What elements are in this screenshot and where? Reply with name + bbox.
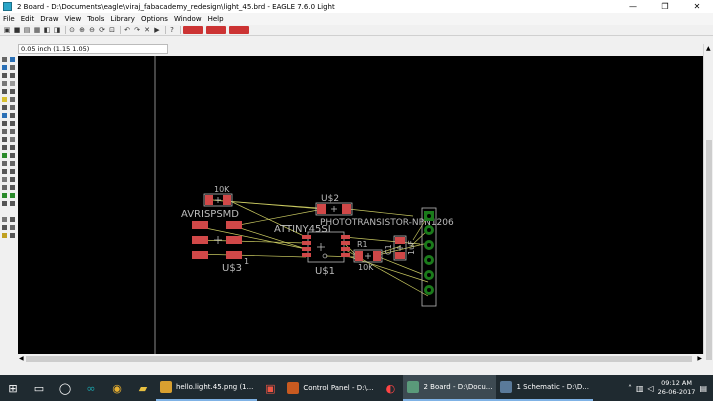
notifications-icon[interactable]: ▤ — [699, 384, 707, 393]
zoom-out-icon[interactable]: ⊖ — [88, 26, 96, 34]
r1-value-label: 10K — [358, 263, 374, 272]
eagle-board-icon — [407, 381, 420, 393]
avrisp-header — [192, 221, 242, 259]
print-icon[interactable]: ▤ — [23, 26, 31, 34]
attiny-chip — [302, 231, 350, 263]
zoom-select-icon[interactable]: ⊡ — [108, 26, 116, 34]
taskbar-item-control-panel[interactable]: Control Panel - D:\... — [283, 375, 377, 401]
open-icon[interactable]: ▣ — [3, 26, 11, 34]
r1-label: R1 — [357, 240, 368, 249]
cam-icon[interactable]: ▦ — [33, 26, 41, 34]
control-panel-icon — [287, 382, 300, 394]
menu-library[interactable]: Library — [107, 15, 137, 23]
r-top-value-label: 10K — [214, 185, 230, 194]
taskbar-item-label: Control Panel - D:\... — [303, 384, 374, 392]
menu-draw[interactable]: Draw — [37, 15, 61, 23]
minimize-button[interactable]: — — [617, 0, 649, 13]
switch-schematic-icon[interactable]: ◧ — [43, 26, 51, 34]
title-bar: 2 Board - D:\Documents\eagle\viraj_fabac… — [0, 0, 713, 13]
redo-icon[interactable]: ↷ — [133, 26, 141, 34]
tool-palette — [0, 56, 18, 356]
menu-tools[interactable]: Tools — [84, 15, 107, 23]
horizontal-scroll-thumb[interactable] — [26, 356, 692, 362]
toolbar-separator — [120, 26, 121, 34]
menu-file[interactable]: File — [0, 15, 18, 23]
board-canvas[interactable]: 10K U$2 PHOTOTRANSISTOR-NPN1206 AVRISPSM… — [18, 56, 703, 354]
c1-value-label: 1uF — [407, 240, 416, 255]
u3-pin-label: 1 — [244, 257, 249, 266]
resistor-top — [203, 193, 233, 207]
close-button[interactable]: ✕ — [681, 0, 713, 13]
resistor-r1 — [353, 249, 383, 263]
phototransistor-part — [315, 202, 353, 216]
status-bar — [0, 364, 713, 374]
clock-time: 09:12 AM — [661, 379, 692, 387]
autorouter-icon[interactable] — [183, 26, 203, 34]
search-cortana-icon[interactable]: ◯ — [52, 375, 78, 401]
avrisp-label: AVRISPSMD — [181, 209, 239, 220]
save-icon[interactable]: ■ — [13, 26, 21, 34]
help-icon[interactable]: ? — [168, 26, 176, 34]
scroll-up-icon[interactable]: ▲ — [706, 45, 711, 52]
file-explorer-icon[interactable]: ▰ — [130, 375, 156, 401]
window-title: 2 Board - D:\Documents\eagle\viraj_fabac… — [17, 2, 335, 11]
go-icon[interactable]: ▶ — [153, 26, 161, 34]
menu-view[interactable]: View — [62, 15, 85, 23]
chevron-up-icon[interactable]: ˄ — [628, 384, 632, 393]
task-view-icon[interactable]: ▭ — [26, 375, 52, 401]
toolbar-separator — [65, 26, 66, 34]
menu-edit[interactable]: Edit — [18, 15, 38, 23]
taskbar-item-hello-light[interactable]: hello.light.45.png (1... — [156, 375, 258, 401]
taskbar-item-label: 1 Schematic - D:\D... — [516, 383, 589, 391]
network-icon[interactable]: ▥ — [636, 384, 644, 393]
board-icon[interactable]: ◨ — [53, 26, 61, 34]
zoom-in-icon[interactable]: ⊕ — [78, 26, 86, 34]
drc-icon[interactable] — [206, 26, 226, 34]
menu-options[interactable]: Options — [138, 15, 171, 23]
windows-taskbar: ⊞ ▭ ◯ ∞ ◉ ▰ hello.light.45.png (1... ▣ C… — [0, 375, 713, 401]
scroll-left-icon[interactable]: ◀ — [19, 355, 24, 362]
chrome-icon[interactable]: ◉ — [104, 375, 130, 401]
clock[interactable]: 09:12 AM 26-06-2017 — [658, 379, 696, 397]
usb2-label: U$2 — [321, 194, 339, 204]
media-icon[interactable]: ◐ — [377, 375, 403, 401]
menu-window[interactable]: Window — [171, 15, 205, 23]
coordinate-display: 0.05 inch (1.15 1.05) — [18, 44, 168, 54]
eagle-schematic-icon — [500, 381, 513, 393]
u3-label: U$3 — [222, 263, 242, 274]
zoom-fit-icon[interactable]: ⊙ — [68, 26, 76, 34]
scroll-right-icon[interactable]: ▶ — [697, 355, 702, 362]
toolbar-separator — [165, 26, 166, 34]
c1-label: C1 — [384, 244, 393, 255]
maximize-button[interactable]: ❐ — [649, 0, 681, 13]
taskbar-item-label: hello.light.45.png (1... — [176, 383, 254, 391]
system-tray: ˄ ▥ ◁ 09:12 AM 26-06-2017 ▤ — [624, 375, 707, 401]
eagle-app-icon — [3, 2, 12, 11]
taskbar-item-label: 2 Board - D:\Docu... — [423, 383, 493, 391]
u1-label: U$1 — [315, 266, 335, 277]
taskbar-item-schematic[interactable]: 1 Schematic - D:\D... — [496, 375, 593, 401]
chrome-icon — [160, 381, 172, 393]
windows-start-icon[interactable]: ⊞ — [0, 375, 26, 401]
stop-icon[interactable]: ✕ — [143, 26, 151, 34]
redraw-icon[interactable]: ⟳ — [98, 26, 106, 34]
erc-icon[interactable] — [229, 26, 249, 34]
attiny-label: ATTINY45SI — [274, 224, 331, 235]
fab-modules-icon[interactable]: ▣ — [257, 375, 283, 401]
toolbar: ▣ ■ ▤ ▦ ◧ ◨ ⊙ ⊕ ⊖ ⟳ ⊡ ↶ ↷ ✕ ▶ ? — [0, 25, 713, 36]
window-controls: — ❐ ✕ — [617, 0, 713, 13]
board-drawing[interactable]: 10K U$2 PHOTOTRANSISTOR-NPN1206 AVRISPSM… — [18, 56, 703, 354]
vertical-scrollbar[interactable]: ▲ — [703, 44, 713, 360]
undo-icon[interactable]: ↶ — [123, 26, 131, 34]
horizontal-scrollbar[interactable]: ◀ ▶ — [18, 354, 703, 364]
tool-palette-icons[interactable] — [0, 56, 18, 301]
menu-help[interactable]: Help — [205, 15, 227, 23]
taskbar-item-board[interactable]: 2 Board - D:\Docu... — [403, 375, 497, 401]
clock-date: 26-06-2017 — [657, 388, 696, 396]
arduino-icon[interactable]: ∞ — [78, 375, 104, 401]
toolbar-separator — [180, 26, 181, 34]
vertical-scroll-thumb[interactable] — [706, 140, 712, 360]
menu-bar: File Edit Draw View Tools Library Option… — [0, 13, 713, 25]
volume-icon[interactable]: ◁ — [648, 384, 654, 393]
